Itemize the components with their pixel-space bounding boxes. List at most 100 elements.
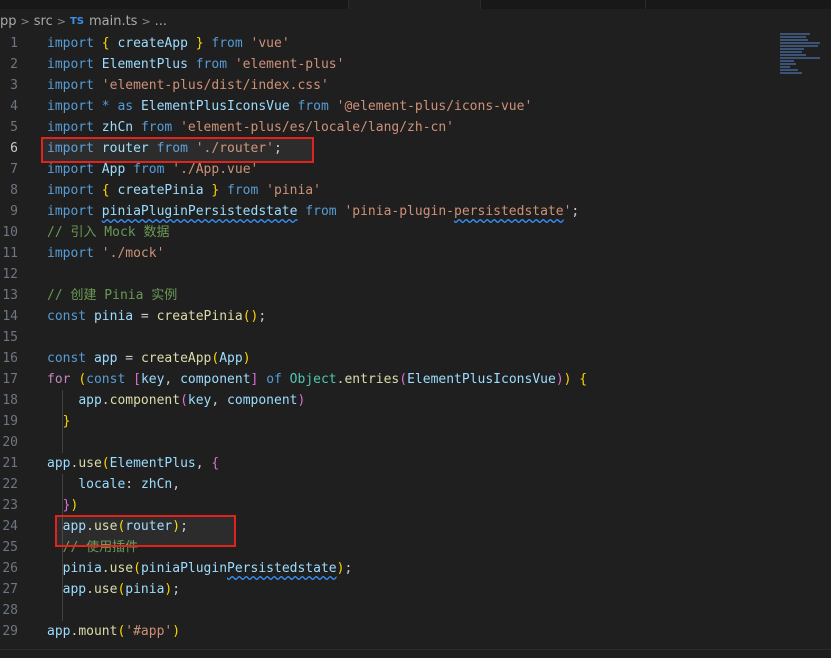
minimap-line [780, 45, 818, 47]
code-line[interactable]: 1 import { createApp } from 'vue' [0, 33, 780, 54]
code-token: piniaPluginPersistedstate [101, 204, 298, 219]
code-token: zhCn [101, 120, 134, 135]
line-number: 16 [2, 351, 18, 366]
code-editor[interactable]: 1 import { createApp } from 'vue' 2 import … [0, 33, 831, 647]
code-line[interactable]: 7 import App from './App.vue' [0, 159, 780, 180]
code-token: : [125, 477, 141, 492]
minimap-line [780, 54, 806, 56]
code-token: 'element-plus' [234, 57, 345, 72]
code-line[interactable]: 20 [0, 432, 780, 453]
code-line[interactable]: 23 }) [0, 495, 780, 516]
code-token: createApp [117, 36, 188, 51]
code-line[interactable]: 19 } [0, 411, 780, 432]
code-text: // 创建 Pinia 实例 [47, 285, 177, 306]
code-line[interactable]: 12 [0, 264, 780, 285]
code-token: { [579, 372, 588, 387]
minimap-line [780, 48, 804, 50]
code-token: createPinia [156, 309, 243, 324]
code-token: './App.vue' [172, 162, 259, 177]
breadcrumb-item-src[interactable]: src [34, 14, 53, 29]
code-line[interactable]: 8 import { createPinia } from 'pinia' [0, 180, 780, 201]
chevron-right-icon: > [20, 14, 30, 28]
code-line[interactable]: 9 import piniaPluginPersistedstate from '… [0, 201, 780, 222]
code-line[interactable]: 3 import 'element-plus/dist/index.css' [0, 75, 780, 96]
line-number: 20 [2, 435, 18, 450]
code-token: // 创建 Pinia 实例 [47, 288, 178, 303]
code-token: component [109, 393, 181, 408]
line-number: 27 [2, 582, 18, 597]
code-token: mount [78, 624, 118, 639]
breadcrumb-item-symbols[interactable]: ... [155, 14, 167, 29]
code-line[interactable]: 15 [0, 327, 780, 348]
line-number: 13 [2, 288, 18, 303]
code-line[interactable]: 27 app.use(pinia); [0, 579, 780, 600]
code-line[interactable]: 28 [0, 600, 780, 621]
code-token: * [101, 99, 110, 114]
code-token: . [101, 561, 110, 576]
code-line[interactable]: 4 import * as ElementPlusIconsVue from '@… [0, 96, 780, 117]
code-line[interactable]: 29 app.mount('#app') [0, 621, 780, 642]
code-token: of [266, 372, 282, 387]
vertical-scrollbar[interactable] [822, 33, 831, 647]
code-token: } [195, 36, 204, 51]
line-number: 8 [10, 183, 18, 198]
code-text: import router from './router'; [47, 138, 282, 159]
code-text: import App from './App.vue' [47, 159, 258, 180]
code-text: } [47, 411, 71, 432]
minimap-line [780, 51, 802, 53]
code-token: ElementPlus [101, 57, 188, 72]
code-line[interactable]: 11 import './mock' [0, 243, 780, 264]
code-line[interactable]: 16 const app = createApp(App) [0, 348, 780, 369]
code-line[interactable]: 21 app.use(ElementPlus, { [0, 453, 780, 474]
code-token: 'pinia-plugin- [344, 204, 455, 219]
breadcrumb-item-file[interactable]: main.ts [89, 14, 137, 29]
chevron-right-icon: > [141, 14, 151, 28]
line-number: 1 [10, 36, 18, 51]
code-line[interactable]: 10 // 引入 Mock 数据 [0, 222, 780, 243]
code-token: app [47, 624, 71, 639]
code-token: = [133, 309, 157, 324]
minimap[interactable] [780, 33, 822, 93]
breadcrumb-item-folder[interactable]: pp [0, 14, 17, 29]
code-token: from [305, 204, 337, 219]
chevron-right-icon: > [56, 14, 66, 28]
code-token: import [47, 120, 94, 135]
code-token: './mock' [101, 246, 165, 261]
code-token: const [86, 372, 126, 387]
code-line[interactable]: 18 app.component(key, component) [0, 390, 780, 411]
code-line[interactable]: 13 // 创建 Pinia 实例 [0, 285, 780, 306]
code-token: 'vue' [250, 36, 290, 51]
code-text: app.use(router); [47, 516, 188, 537]
code-line[interactable]: 26 pinia.use(piniaPluginPersistedstate); [0, 558, 780, 579]
tab-active[interactable] [348, 0, 480, 9]
line-number: 11 [2, 246, 18, 261]
code-line[interactable]: 2 import ElementPlus from 'element-plus' [0, 54, 780, 75]
code-line[interactable]: 25 // 使用插件 [0, 537, 780, 558]
code-line[interactable]: 24 app.use(router); [0, 516, 780, 537]
code-token: app [62, 582, 87, 597]
line-number: 24 [2, 519, 18, 534]
code-line[interactable]: 22 locale: zhCn, [0, 474, 780, 495]
code-line[interactable]: 5 import zhCn from 'element-plus/es/local… [0, 117, 780, 138]
code-token: persistedstate [454, 204, 564, 219]
code-line[interactable]: 14 const pinia = createPinia(); [0, 306, 780, 327]
code-token: Object [289, 372, 337, 387]
code-token: router [101, 141, 149, 156]
code-line[interactable]: 6 import router from './router'; [0, 138, 780, 159]
code-line[interactable]: 17 for (const [key, component] of Object.… [0, 369, 780, 390]
code-token: ; [258, 309, 267, 324]
